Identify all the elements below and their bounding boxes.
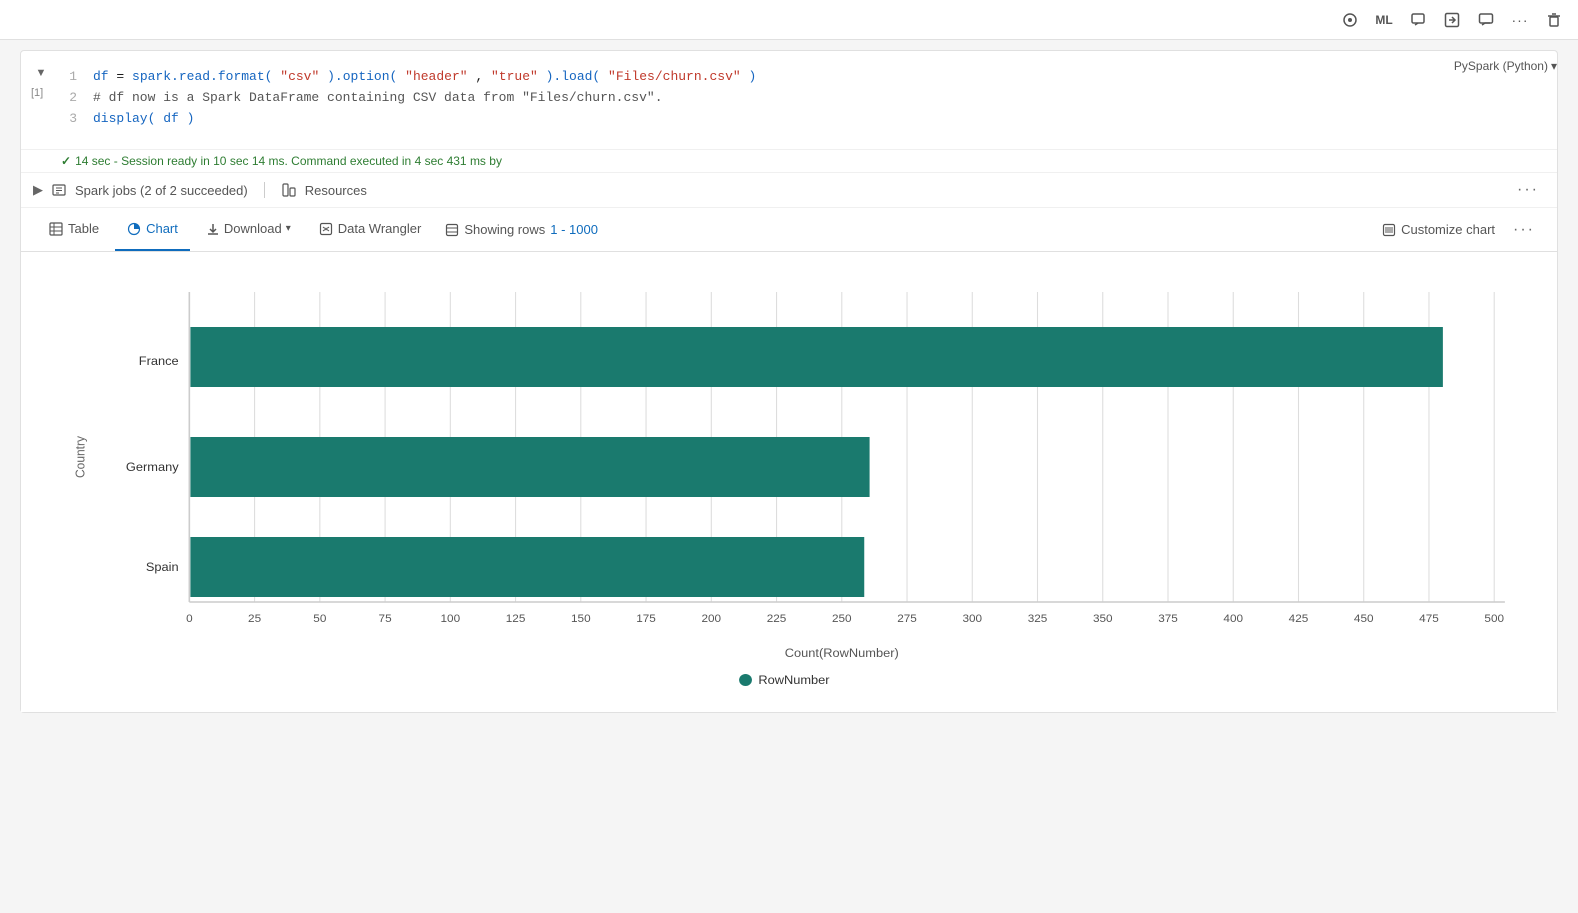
svg-text:375: 375 — [1158, 614, 1178, 626]
code-line-1: 1 df = spark.read.format( "csv" ).option… — [61, 67, 1438, 88]
svg-text:0: 0 — [186, 614, 193, 626]
y-axis-label: Country — [73, 436, 87, 479]
output-more-options[interactable]: ··· — [1507, 219, 1541, 241]
svg-text:350: 350 — [1093, 614, 1113, 626]
data-wrangler-label: Data Wrangler — [338, 221, 422, 236]
expand-icon[interactable]: ▶ — [33, 182, 43, 198]
label-france: France — [139, 355, 179, 369]
label-spain: Spain — [146, 561, 179, 575]
download-icon — [206, 222, 220, 236]
x-axis-label: Count(RowNumber) — [785, 647, 899, 661]
delete-icon[interactable] — [1542, 8, 1566, 32]
chat-icon[interactable] — [1474, 8, 1498, 32]
bar-spain — [190, 537, 864, 597]
tab-chart[interactable]: Chart — [115, 208, 190, 251]
svg-text:200: 200 — [701, 614, 721, 626]
spark-jobs-icon — [51, 182, 67, 198]
svg-text:250: 250 — [832, 614, 852, 626]
output-area: ··· Table — [21, 207, 1557, 712]
svg-text:300: 300 — [962, 614, 982, 626]
divider — [264, 182, 265, 198]
bar-germany — [190, 437, 869, 497]
data-wrangler-icon — [319, 222, 333, 236]
svg-text:125: 125 — [506, 614, 526, 626]
customize-chart-label: Customize chart — [1401, 222, 1495, 237]
cell-number: [1] — [31, 87, 51, 99]
rows-icon — [445, 223, 459, 237]
svg-text:450: 450 — [1354, 614, 1374, 626]
legend-label: RowNumber — [758, 674, 829, 688]
label-germany: Germany — [126, 461, 180, 475]
svg-text:75: 75 — [379, 614, 392, 626]
chart-icon — [127, 222, 141, 236]
status-checkmark: ✓ — [61, 154, 71, 168]
code-block: 1 df = spark.read.format( "csv" ).option… — [61, 59, 1454, 141]
table-tab-label: Table — [68, 221, 99, 236]
showing-rows-range: 1 - 1000 — [550, 222, 598, 237]
chart-tab-label: Chart — [146, 221, 178, 236]
more-icon[interactable]: ··· — [1508, 8, 1532, 32]
svg-text:500: 500 — [1484, 614, 1504, 626]
cell-status-bar: ✓ 14 sec - Session ready in 10 sec 14 ms… — [21, 149, 1557, 172]
comment-icon[interactable] — [1406, 8, 1430, 32]
svg-text:400: 400 — [1223, 614, 1243, 626]
chart-area: Country France Germany Spain 0 25 50 75 — [21, 252, 1557, 712]
spark-jobs-row: ▶ Spark jobs (2 of 2 succeeded) Resource… — [21, 172, 1557, 207]
spark-jobs-label: Spark jobs (2 of 2 succeeded) — [75, 183, 248, 198]
output-container: ··· Table — [21, 208, 1557, 712]
live-icon[interactable] — [1338, 8, 1362, 32]
cell-status: ✓ 14 sec - Session ready in 10 sec 14 ms… — [61, 154, 502, 168]
ml-icon[interactable]: ML — [1372, 8, 1396, 32]
showing-rows-text: Showing rows — [464, 222, 545, 237]
share-icon[interactable] — [1440, 8, 1464, 32]
svg-text:100: 100 — [441, 614, 461, 626]
bar-france — [190, 327, 1442, 387]
customize-icon — [1382, 223, 1396, 237]
svg-text:150: 150 — [571, 614, 591, 626]
svg-text:25: 25 — [248, 614, 261, 626]
code-line-2: 2 # df now is a Spark DataFrame containi… — [61, 88, 1438, 109]
collapse-button[interactable]: ▼ — [31, 63, 51, 83]
svg-text:175: 175 — [636, 614, 656, 626]
svg-text:475: 475 — [1419, 614, 1439, 626]
resources-icon — [281, 182, 297, 198]
resources-label: Resources — [305, 183, 367, 198]
tab-data-wrangler[interactable]: Data Wrangler — [307, 208, 434, 251]
table-icon — [49, 222, 63, 236]
notebook-cell: ▼ [1] 1 df = spark.read.format( "csv" ).… — [20, 50, 1558, 713]
top-toolbar: ML ··· — [0, 0, 1578, 40]
bar-chart-svg: Country France Germany Spain 0 25 50 75 — [61, 272, 1537, 692]
svg-text:50: 50 — [313, 614, 326, 626]
customize-chart-button[interactable]: Customize chart — [1374, 218, 1503, 241]
download-chevron: ▾ — [286, 223, 291, 234]
download-tab-label: Download — [224, 221, 282, 236]
tab-download[interactable]: Download ▾ — [194, 208, 303, 251]
legend-dot — [739, 674, 752, 686]
showing-rows: Showing rows 1 - 1000 — [437, 222, 606, 237]
pyspark-badge: PySpark (Python) ▾ — [1454, 59, 1557, 73]
svg-text:425: 425 — [1289, 614, 1309, 626]
svg-text:225: 225 — [767, 614, 787, 626]
tab-table[interactable]: Table — [37, 208, 111, 251]
svg-text:275: 275 — [897, 614, 917, 626]
code-line-3: 3 display( df ) — [61, 109, 1438, 130]
svg-text:325: 325 — [1028, 614, 1048, 626]
tab-bar: Table Chart Dow — [21, 208, 1557, 252]
spark-jobs-more[interactable]: ··· — [1511, 179, 1545, 201]
